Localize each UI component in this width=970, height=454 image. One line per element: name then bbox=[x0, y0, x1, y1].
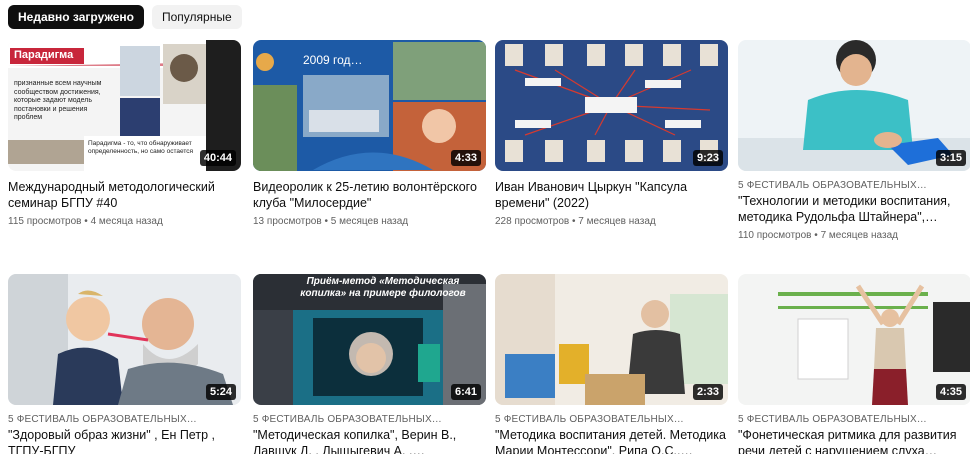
duration-badge: 5:24 bbox=[205, 384, 236, 400]
video-thumbnail[interactable]: Приём-метод «Методическая копилка» на пр… bbox=[253, 274, 486, 405]
video-thumbnail[interactable]: 5:24 bbox=[8, 274, 241, 405]
playlist-overline: 5 ФЕСТИВАЛЬ ОБРАЗОВАТЕЛЬНЫХ… bbox=[738, 414, 928, 425]
video-title[interactable]: "Методическая копилка", Верин В., Лавшук… bbox=[253, 427, 486, 454]
video-thumbnail[interactable]: Парадигма признанные всем научным сообще… bbox=[8, 40, 241, 171]
chip-popular[interactable]: Популярные bbox=[152, 5, 242, 29]
video-stats: 228 просмотров • 7 месяцев назад bbox=[495, 216, 656, 227]
playlist-overline: 5 ФЕСТИВАЛЬ ОБРАЗОВАТЕЛЬНЫХ… bbox=[495, 414, 685, 425]
playlist-overline: 5 ФЕСТИВАЛЬ ОБРАЗОВАТЕЛЬНЫХ… bbox=[738, 180, 928, 191]
video-title[interactable]: Иван Иванович Цыркун "Капсула времени" (… bbox=[495, 179, 728, 211]
video-card[interactable]: 2:33 5 ФЕСТИВАЛЬ ОБРАЗОВАТЕЛЬНЫХ… "Метод… bbox=[495, 274, 728, 454]
video-thumbnail[interactable]: 3:15 bbox=[738, 40, 970, 171]
chip-recent[interactable]: Недавно загружено bbox=[8, 5, 144, 29]
video-card[interactable]: 9:23 Иван Иванович Цыркун "Капсула време… bbox=[495, 40, 728, 229]
video-stats: 13 просмотров • 5 месяцев назад bbox=[253, 216, 409, 227]
video-card[interactable]: 2009 год… 4:33 Видеоролик к 25-летию вол… bbox=[253, 40, 486, 229]
video-card[interactable]: 3:15 5 ФЕСТИВАЛЬ ОБРАЗОВАТЕЛЬНЫХ… "Техно… bbox=[738, 40, 970, 243]
video-title[interactable]: "Здоровый образ жизни" , Ен Петр , ТГПУ-… bbox=[8, 427, 241, 454]
playlist-overline: 5 ФЕСТИВАЛЬ ОБРАЗОВАТЕЛЬНЫХ… bbox=[253, 414, 443, 425]
video-thumbnail[interactable]: 2009 год… 4:33 bbox=[253, 40, 486, 171]
duration-badge: 4:35 bbox=[935, 384, 966, 400]
video-stats: 110 просмотров • 7 месяцев назад bbox=[738, 230, 898, 241]
video-stats: 115 просмотров • 4 месяца назад bbox=[8, 216, 163, 227]
video-card[interactable]: 5:24 5 ФЕСТИВАЛЬ ОБРАЗОВАТЕЛЬНЫХ… "Здоро… bbox=[8, 274, 241, 454]
video-thumbnail[interactable]: 2:33 bbox=[495, 274, 728, 405]
duration-badge: 9:23 bbox=[692, 150, 723, 166]
video-title[interactable]: "Методика воспитания детей. Методика Мар… bbox=[495, 427, 728, 454]
video-title[interactable]: "Фонетическая ритмика для развития речи … bbox=[738, 427, 970, 454]
video-thumbnail[interactable]: 9:23 bbox=[495, 40, 728, 171]
thumb-heading: Приём-метод «Методическая копилка» на пр… bbox=[300, 276, 466, 299]
thumb-heading: Парадигма bbox=[14, 49, 74, 61]
duration-badge: 2:33 bbox=[692, 384, 723, 400]
video-title[interactable]: Видеоролик к 25-летию волонтёрского клуб… bbox=[253, 179, 486, 211]
thumb-body: признанные всем научным сообществом дост… bbox=[14, 80, 102, 121]
thumb-quote: Парадигма - то, что обнаруживает определ… bbox=[88, 140, 194, 155]
duration-badge: 6:41 bbox=[450, 384, 481, 400]
filter-chips: Недавно загружено Популярные bbox=[8, 5, 242, 29]
duration-badge: 4:33 bbox=[450, 150, 481, 166]
video-card[interactable]: Парадигма признанные всем научным сообще… bbox=[8, 40, 241, 229]
thumb-heading: 2009 год… bbox=[303, 53, 363, 67]
video-title[interactable]: Международный методологический семинар Б… bbox=[8, 179, 241, 211]
duration-badge: 40:44 bbox=[199, 150, 236, 166]
video-card[interactable]: 4:35 5 ФЕСТИВАЛЬ ОБРАЗОВАТЕЛЬНЫХ… "Фонет… bbox=[738, 274, 970, 454]
video-title[interactable]: "Технологии и методики воспитания, метод… bbox=[738, 193, 970, 225]
video-card[interactable]: Приём-метод «Методическая копилка» на пр… bbox=[253, 274, 486, 454]
video-thumbnail[interactable]: 4:35 bbox=[738, 274, 970, 405]
duration-badge: 3:15 bbox=[935, 150, 966, 166]
playlist-overline: 5 ФЕСТИВАЛЬ ОБРАЗОВАТЕЛЬНЫХ… bbox=[8, 414, 198, 425]
